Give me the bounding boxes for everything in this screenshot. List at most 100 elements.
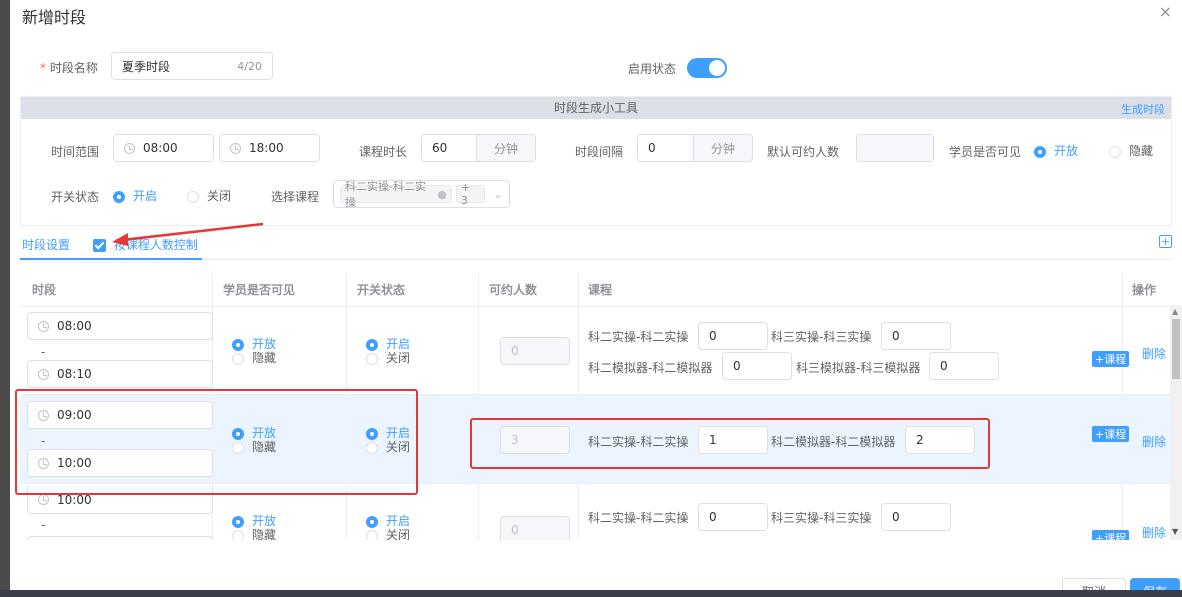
interval-input[interactable]: 0 [637, 134, 694, 162]
row-end-time-input[interactable] [27, 536, 213, 540]
course-name: 科三模拟器-科三模拟器 [796, 361, 921, 375]
name-label-text: 时段名称 [49, 61, 98, 75]
visible-open-label: 开放 [1054, 144, 1079, 158]
add-course-label: +课程 [1092, 530, 1130, 540]
table-row: 08:00 - 08:10 开放 隐藏 开启 关闭 0 科二实操-科二实操 0 … [20, 307, 1172, 395]
save-button[interactable]: 保存 [1130, 578, 1180, 590]
course-capacity-input[interactable]: 0 [881, 322, 951, 350]
col-header-switch: 开关状态 [357, 283, 406, 297]
add-course-button[interactable]: +课程 [1092, 530, 1130, 540]
visible-hidden-radio[interactable]: 隐藏 [1109, 142, 1153, 159]
add-course-button[interactable]: +课程 [1092, 351, 1130, 367]
interval-value: 0 [648, 141, 656, 155]
period-name-value: 夏季时段 [122, 59, 171, 74]
checkbox-checked-icon [93, 239, 106, 252]
row-end-time: 08:10 [57, 367, 92, 381]
annotation-box-time [15, 389, 418, 495]
row-switch-off-radio[interactable]: 关闭 [366, 349, 410, 366]
tab-period-settings[interactable]: 时段设置 [22, 236, 70, 253]
row-visible-hidden-radio[interactable]: 隐藏 [232, 526, 276, 540]
course-duration-label: 课程时长 [359, 145, 408, 159]
scroll-down-icon[interactable]: ▼ [1172, 527, 1178, 536]
row-switch-off-label: 关闭 [386, 528, 411, 540]
time-end-value: 18:00 [249, 141, 284, 155]
radio-unchecked-icon [1109, 145, 1121, 158]
add-course-label: +课程 [1092, 426, 1130, 442]
course-multiselect[interactable]: 科二实操-科二实操 ● + 3 ⌄ [333, 180, 510, 209]
generator-tool-panel: 时段生成小工具 生成时段 时间范围 08:00 18:00 课程时长 60 分钟… [20, 96, 1172, 226]
radio-checked-icon [1034, 145, 1046, 158]
delete-row-link[interactable]: 删除 [1142, 524, 1166, 540]
col-header-action: 操作 [1132, 283, 1157, 297]
annotation-arrow [112, 222, 264, 246]
visible-open-radio[interactable]: 开放 [1034, 142, 1078, 159]
close-icon[interactable]: × [1159, 2, 1172, 21]
course-capacity-input[interactable]: 0 [929, 352, 999, 380]
name-label: * 时段名称 [40, 59, 98, 76]
chevron-down-icon[interactable]: ⌄ [493, 187, 503, 201]
annotation-box-courses [470, 418, 990, 469]
course-capacity-input[interactable]: 0 [698, 503, 768, 531]
switch-off-radio[interactable]: 关闭 [187, 187, 231, 204]
course-capacity-value: 0 [709, 329, 717, 343]
more-tags-count: + 3 [455, 181, 485, 207]
default-capacity-input[interactable] [856, 134, 934, 162]
time-separator: - [41, 518, 46, 532]
row-capacity-value: 0 [511, 344, 519, 358]
row-capacity-input[interactable]: 0 [500, 516, 570, 540]
time-end-input[interactable]: 18:00 [219, 134, 320, 162]
time-start-value: 08:00 [143, 141, 178, 155]
add-period-dialog: 新增时段 × * 时段名称 夏季时段 4/20 启用状态 时段生成小工具 生成时… [10, 0, 1182, 590]
dialog-title: 新增时段 [22, 8, 87, 27]
row-capacity-input[interactable]: 0 [500, 337, 570, 365]
delete-row-link[interactable]: 删除 [1142, 345, 1166, 362]
row-end-time-input[interactable]: 08:10 [27, 360, 213, 388]
interval-label: 时段间隔 [575, 145, 624, 159]
tool-header-title: 时段生成小工具 [553, 101, 638, 115]
clock-icon [230, 142, 241, 154]
row-switch-off-label: 关闭 [386, 351, 411, 365]
col-header-visible: 学员是否可见 [223, 283, 296, 297]
tool-header: 时段生成小工具 生成时段 [21, 97, 1171, 119]
radio-checked-icon [113, 190, 125, 203]
row-visible-hidden-label: 隐藏 [252, 351, 277, 365]
course-capacity-value: 0 [940, 359, 948, 373]
scrollbar-thumb[interactable] [1172, 319, 1180, 379]
time-start-input[interactable]: 08:00 [113, 134, 214, 162]
switch-off-label: 关闭 [207, 189, 232, 203]
radio-unchecked-icon [232, 529, 244, 540]
enable-switch[interactable] [687, 58, 727, 78]
add-course-label: +课程 [1092, 351, 1130, 367]
time-separator: - [41, 345, 46, 359]
course-duration-value: 60 [432, 141, 448, 155]
course-name: 科二实操-科二实操 [588, 330, 689, 344]
add-tab-icon[interactable]: + [1159, 235, 1172, 248]
radio-unchecked-icon [366, 352, 378, 365]
generate-periods-link[interactable]: 生成时段 [1121, 101, 1165, 117]
add-course-button[interactable]: +课程 [1092, 426, 1130, 442]
select-course-label: 选择课程 [271, 190, 320, 204]
scroll-up-icon[interactable]: ▲ [1172, 307, 1178, 316]
delete-row-link[interactable]: 删除 [1142, 433, 1166, 450]
col-header-capacity: 可约人数 [489, 283, 538, 297]
course-capacity-value: 0 [733, 359, 741, 373]
row-start-time-input[interactable]: 08:00 [27, 312, 213, 340]
course-name: 科二实操-科二实操 [588, 511, 689, 525]
cancel-button[interactable]: 取消 [1062, 578, 1126, 590]
clock-icon [124, 142, 135, 154]
course-duration-input[interactable]: 60 [421, 134, 477, 162]
switch-on-radio[interactable]: 开启 [113, 187, 157, 204]
switch-label: 开关状态 [51, 190, 100, 204]
row-visible-hidden-radio[interactable]: 隐藏 [232, 349, 276, 366]
row-visible-hidden-label: 隐藏 [252, 528, 277, 540]
course-duration-unit: 分钟 [476, 134, 536, 162]
table-scrollbar[interactable]: ▲ ▼ [1170, 305, 1182, 540]
row-switch-off-radio[interactable]: 关闭 [366, 526, 410, 540]
switch-on-label: 开启 [133, 189, 158, 203]
tag-close-icon[interactable]: ● [437, 188, 447, 201]
period-name-input[interactable]: 夏季时段 4/20 [111, 52, 273, 80]
course-name: 科三实操-科三实操 [771, 511, 872, 525]
course-capacity-input[interactable]: 0 [722, 352, 792, 380]
course-capacity-input[interactable]: 0 [881, 503, 951, 531]
course-capacity-input[interactable]: 0 [698, 322, 768, 350]
